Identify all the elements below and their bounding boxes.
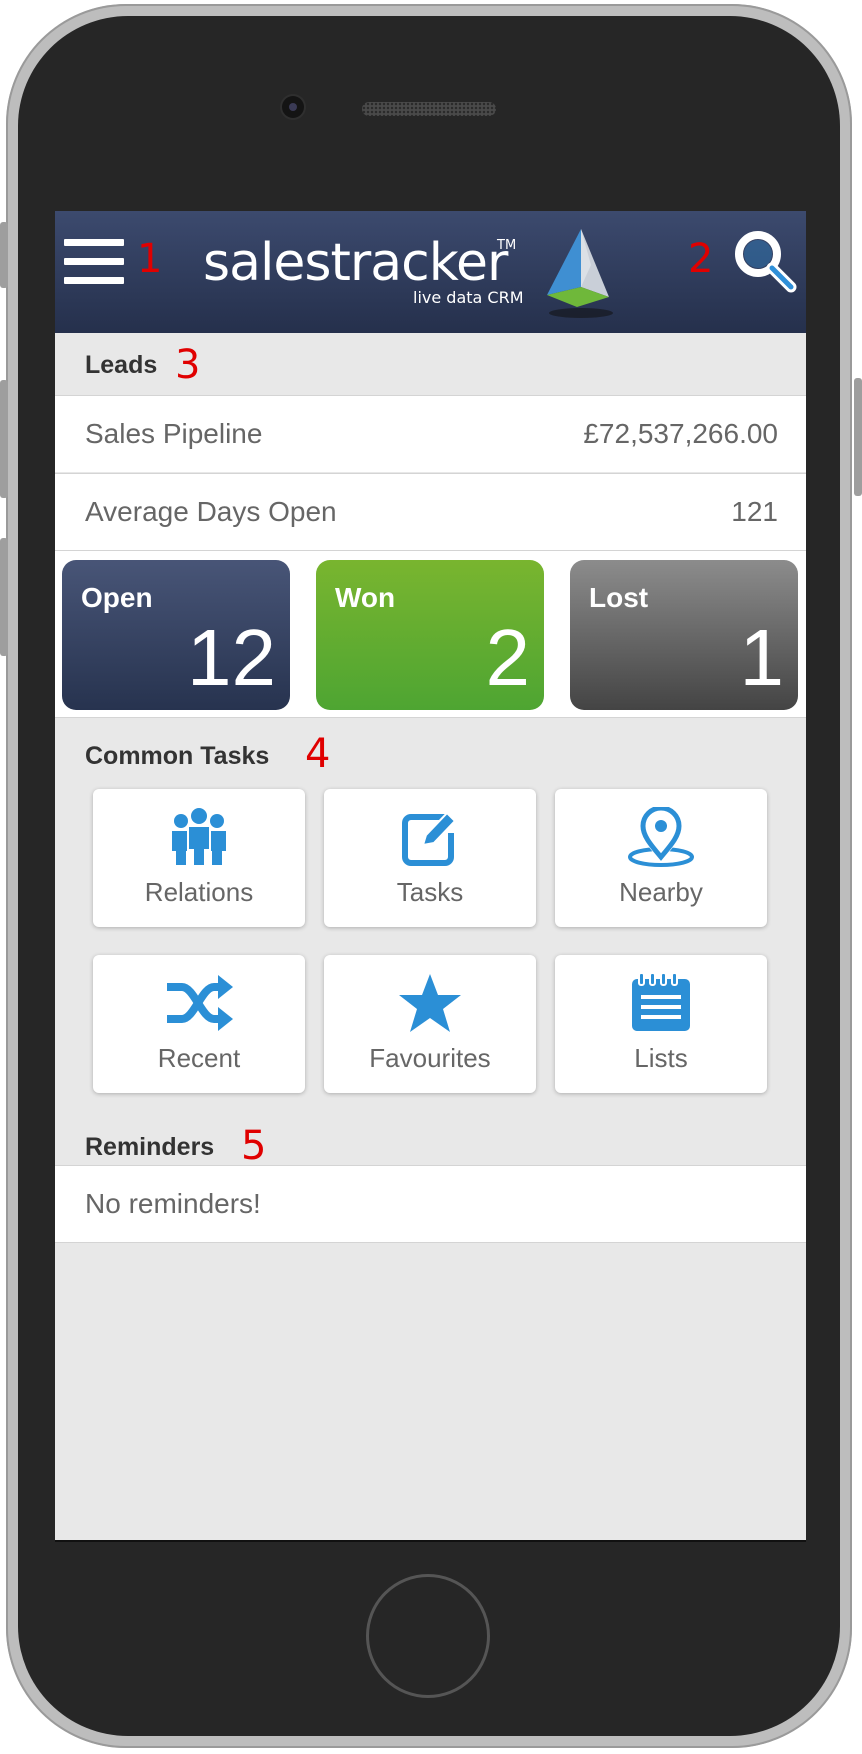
app-header: 1 salestracker TM live data CRM 2: [55, 211, 806, 333]
search-icon[interactable]: [731, 229, 799, 297]
leads-title: Leads: [85, 351, 158, 379]
open-label: Open: [81, 582, 153, 613]
won-count: 2: [485, 613, 531, 702]
people-group-icon: [172, 808, 226, 867]
open-count: 12: [187, 613, 276, 702]
edit-square-icon: [402, 811, 457, 866]
menu-bar: [64, 277, 124, 284]
logo-tagline: live data CRM: [413, 288, 524, 307]
annotation-4: 4: [305, 731, 331, 777]
home-button[interactable]: [366, 1574, 490, 1698]
sales-pipeline-label: Sales Pipeline: [85, 418, 263, 449]
reminders-empty-row: No reminders!: [55, 1165, 806, 1243]
side-button-left-bottom: [0, 538, 8, 656]
tile-tasks-label: Tasks: [396, 877, 464, 907]
tile-tasks[interactable]: Tasks: [324, 789, 536, 927]
reminders-title: Reminders: [85, 1133, 215, 1161]
sales-pipeline-row[interactable]: Sales Pipeline £72,537,266.00: [55, 395, 806, 472]
notepad-list-icon: [632, 973, 690, 1031]
tile-recent-label: Recent: [157, 1043, 241, 1073]
common-tasks-title: Common Tasks: [85, 742, 270, 770]
lost-leads-card[interactable]: Lost 1: [570, 560, 798, 710]
won-label: Won: [335, 582, 396, 613]
tile-nearby[interactable]: Nearby: [555, 789, 767, 927]
average-days-open-row[interactable]: Average Days Open 121: [55, 473, 806, 551]
menu-bar: [64, 239, 124, 246]
lost-label: Lost: [589, 582, 649, 613]
earpiece-speaker: [362, 102, 496, 116]
common-tasks-section-header: Common Tasks 4: [55, 717, 806, 780]
open-leads-card[interactable]: Open 12: [62, 560, 290, 710]
annotation-1: 1: [137, 236, 163, 282]
leads-section-header: Leads 3: [55, 333, 806, 395]
won-leads-card[interactable]: Won 2: [316, 560, 544, 710]
tile-nearby-label: Nearby: [619, 877, 703, 907]
logo-triangle-icon: [547, 229, 613, 318]
no-reminders-text: No reminders!: [85, 1188, 261, 1219]
sales-pipeline-value: £72,537,266.00: [583, 418, 778, 449]
tile-favourites-label: Favourites: [369, 1043, 491, 1073]
side-button-left-top: [0, 222, 8, 288]
logo-trademark: TM: [497, 238, 517, 253]
star-icon: [399, 974, 461, 1032]
annotation-3: 3: [175, 342, 201, 388]
average-days-open-label: Average Days Open: [85, 496, 337, 527]
logo-wordmark: salestracker: [203, 233, 508, 293]
tile-relations[interactable]: Relations: [93, 789, 305, 927]
annotation-2: 2: [688, 236, 714, 282]
location-pin-icon: [628, 807, 694, 867]
screen-bottom-edge: [55, 1540, 806, 1542]
menu-bar: [64, 258, 124, 265]
tile-lists[interactable]: Lists: [555, 955, 767, 1093]
average-days-open-value: 121: [731, 496, 778, 527]
tile-lists-label: Lists: [634, 1043, 688, 1073]
tile-recent[interactable]: Recent: [93, 955, 305, 1093]
front-camera: [282, 96, 304, 118]
tile-relations-label: Relations: [144, 877, 254, 907]
menu-button[interactable]: [64, 239, 126, 287]
annotation-5: 5: [241, 1123, 267, 1169]
side-button-left-middle: [0, 380, 8, 498]
tile-favourites[interactable]: Favourites: [324, 955, 536, 1093]
lost-count: 1: [739, 613, 785, 702]
app-screen: 1 salestracker TM live data CRM 2 Leads …: [55, 211, 806, 1542]
shuffle-icon: [167, 975, 233, 1031]
side-button-right: [854, 378, 862, 496]
